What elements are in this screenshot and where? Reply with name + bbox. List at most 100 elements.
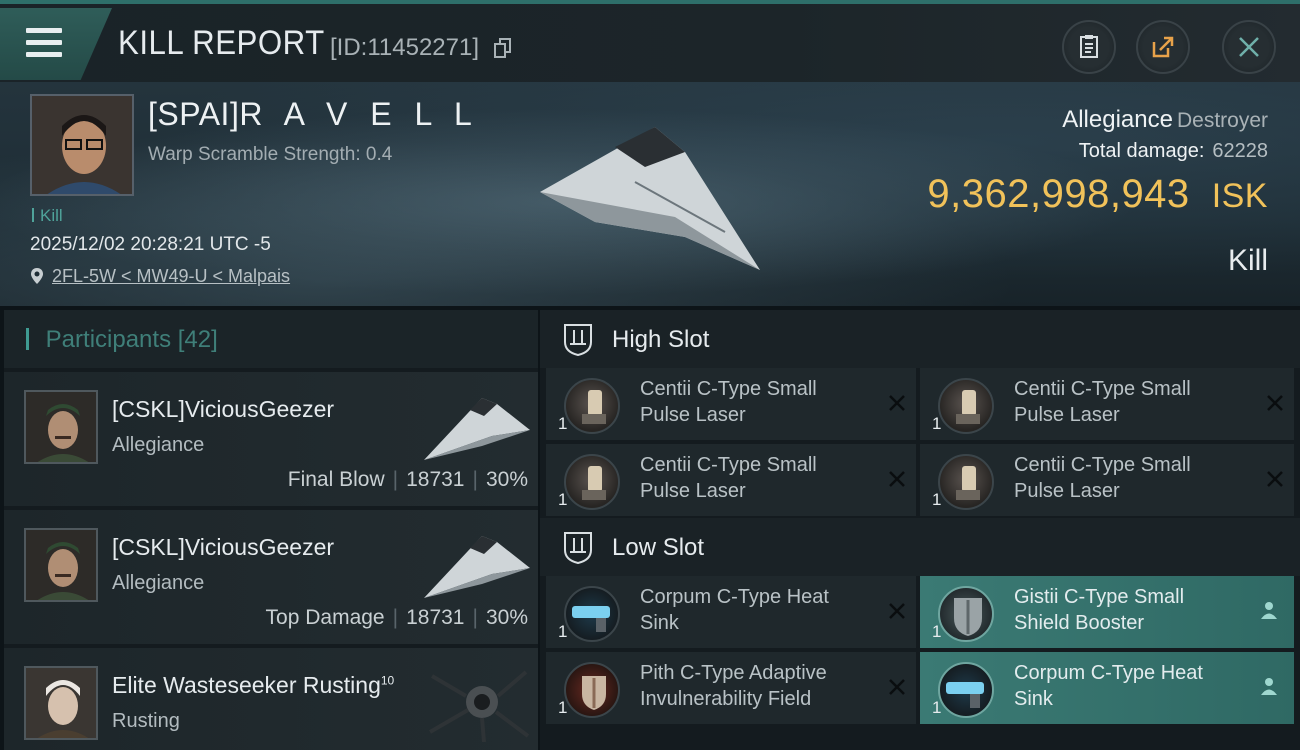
- low-slot-header: Low Slot: [540, 518, 1300, 576]
- close-button[interactable]: [1222, 20, 1276, 74]
- victim-name[interactable]: [SPAI]R A V E L L: [148, 96, 479, 133]
- participant-avatar: [24, 528, 98, 602]
- participants-count: [42]: [177, 326, 218, 353]
- module-name: Centii C-Type Small Pulse Laser: [640, 378, 817, 426]
- module-name: Pith C-Type Adaptive Invulnerability Fie…: [640, 662, 827, 710]
- participant-ship-image: [424, 536, 530, 598]
- person-icon[interactable]: [1260, 676, 1278, 696]
- module-name: Centii C-Type Small Pulse Laser: [1014, 378, 1191, 426]
- victim-avatar[interactable]: [30, 94, 134, 196]
- participant-row[interactable]: [CSKL]ViciousGeezer Allegiance Top Damag…: [4, 510, 538, 644]
- participants-header: Participants [42]: [4, 310, 538, 368]
- participant-stats: Top Damage | 18731 | 30%: [265, 606, 528, 629]
- participants-title: Participants: [45, 326, 172, 353]
- participant-portrait: [26, 668, 96, 738]
- module-name: Centii C-Type Small Pulse Laser: [640, 454, 817, 502]
- shield-booster-icon: [938, 586, 994, 642]
- clipboard-button[interactable]: [1062, 20, 1116, 74]
- participant-portrait: [26, 530, 96, 600]
- page-title: KILL REPORT: [118, 24, 325, 62]
- location-text: 2FL-5W < MW49-U < Malpais: [52, 266, 291, 286]
- share-button[interactable]: [1136, 20, 1190, 74]
- person-icon[interactable]: [1260, 600, 1278, 620]
- participant-portrait: [26, 392, 96, 462]
- participant-damage: 18731: [406, 468, 465, 491]
- alliance-name: Allegiance: [1062, 106, 1173, 133]
- menu-button[interactable]: [0, 8, 112, 80]
- participant-percent: 30%: [485, 468, 528, 491]
- module-name: Gistii C-Type Small Shield Booster: [1014, 586, 1185, 634]
- module-qty: 1: [932, 490, 942, 509]
- victim-pilot: R A V E L L: [239, 96, 479, 132]
- participants-panel: Participants [42] [CSKL]ViciousGeezer Al…: [4, 310, 538, 750]
- low-slot-label: Low Slot: [612, 534, 705, 561]
- module-qty: 1: [558, 622, 568, 641]
- module-item[interactable]: 1 Centii C-Type Small Pulse Laser: [920, 444, 1294, 516]
- module-qty: 1: [932, 414, 942, 433]
- module-item[interactable]: 1 Centii C-Type Small Pulse Laser: [546, 368, 916, 440]
- module-item[interactable]: 1 Centii C-Type Small Pulse Laser: [546, 444, 916, 516]
- kill-tag: Kill: [32, 206, 63, 226]
- participant-damage: 18731: [406, 606, 465, 629]
- kill-timestamp: 2025/12/02 20:28:21 UTC -5: [30, 234, 271, 255]
- remove-x-icon[interactable]: [1266, 394, 1284, 412]
- remove-x-icon[interactable]: [888, 470, 906, 488]
- remove-x-icon[interactable]: [888, 602, 906, 620]
- participant-name: [CSKL]ViciousGeezer: [112, 396, 335, 422]
- isk-unit: ISK: [1211, 177, 1268, 215]
- victim-alliance: Allegiance Destroyer: [1062, 106, 1268, 134]
- participant-level: 10: [380, 673, 395, 688]
- laser-icon: [938, 378, 994, 434]
- module-item[interactable]: 1 Centii C-Type Small Pulse Laser: [920, 368, 1294, 440]
- total-damage-label: Total damage:: [1078, 140, 1205, 162]
- module-qty: 1: [558, 490, 568, 509]
- copy-icon[interactable]: [494, 38, 512, 58]
- module-item[interactable]: 1 Pith C-Type Adaptive Invulnerability F…: [546, 652, 916, 724]
- module-name: Centii C-Type Small Pulse Laser: [1014, 454, 1191, 502]
- high-slot-label: High Slot: [612, 326, 710, 353]
- participant-percent: 30%: [485, 606, 528, 629]
- share-icon: [1152, 36, 1174, 58]
- warp-scramble: Warp Scramble Strength: 0.4: [148, 144, 393, 165]
- victim-ship-image[interactable]: [535, 122, 765, 272]
- invulnerability-field-icon: [564, 662, 620, 718]
- pin-icon: [31, 268, 43, 284]
- isk-amount: 9,362,998,943: [927, 172, 1190, 216]
- module-item[interactable]: 1 Corpum C-Type Heat Sink: [546, 576, 916, 648]
- module-name: Corpum C-Type Heat Sink: [1014, 662, 1203, 710]
- heat-sink-icon: [938, 662, 994, 718]
- participant-role: Final Blow: [287, 468, 385, 491]
- report-id: [ID:11452271]: [330, 34, 480, 61]
- participant-row[interactable]: [CSKL]ViciousGeezer Allegiance Final Blo…: [4, 372, 538, 506]
- participant-avatar: [24, 666, 98, 740]
- victim-corp-tag: [SPAI]: [148, 96, 240, 132]
- participant-corp: Allegiance: [112, 572, 205, 594]
- menu-icon: [26, 28, 62, 58]
- shield-slot-icon: [564, 324, 592, 356]
- remove-x-icon[interactable]: [888, 678, 906, 696]
- remove-x-icon[interactable]: [1266, 470, 1284, 488]
- module-item[interactable]: 1 Corpum C-Type Heat Sink: [920, 652, 1294, 724]
- participant-row[interactable]: Elite Wasteseeker Rusting10 Rusting: [4, 648, 538, 750]
- victim-portrait: [32, 96, 132, 194]
- participant-name: Elite Wasteseeker Rusting10: [112, 672, 394, 699]
- participant-stats: Final Blow | 18731 | 30%: [287, 468, 528, 491]
- participant-ship-image: [428, 670, 530, 742]
- top-bar: KILL REPORT [ID:11452271]: [0, 0, 1300, 82]
- module-qty: 1: [932, 698, 942, 717]
- result-label: Kill: [1227, 244, 1268, 277]
- total-damage: Total damage: 62228: [1079, 140, 1268, 163]
- participant-name-text: Elite Wasteseeker Rusting: [112, 672, 381, 698]
- fitting-panel: High Slot 1 Centii C-Type Small Pulse La…: [540, 310, 1300, 750]
- victim-summary: [SPAI]R A V E L L Warp Scramble Strength…: [0, 82, 1300, 306]
- high-slot-header: High Slot: [540, 310, 1300, 368]
- module-qty: 1: [558, 698, 568, 717]
- laser-icon: [564, 378, 620, 434]
- remove-x-icon[interactable]: [888, 394, 906, 412]
- kill-location[interactable]: 2FL-5W < MW49-U < Malpais: [30, 266, 290, 287]
- clipboard-icon: [1080, 35, 1098, 58]
- participant-name: [CSKL]ViciousGeezer: [112, 534, 335, 560]
- heat-sink-icon: [564, 586, 620, 642]
- module-qty: 1: [558, 414, 568, 433]
- module-item[interactable]: 1 Gistii C-Type Small Shield Booster: [920, 576, 1294, 648]
